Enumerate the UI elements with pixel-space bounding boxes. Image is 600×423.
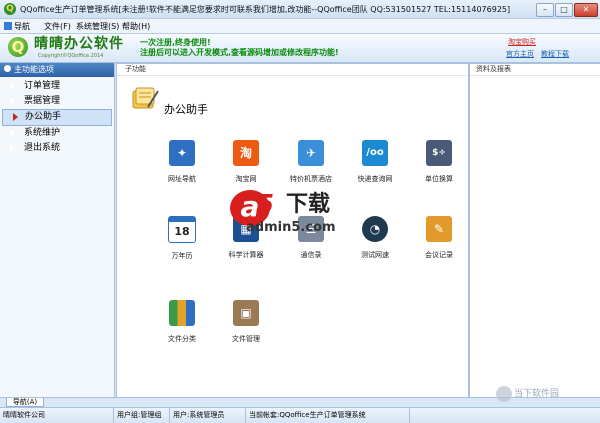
tab-navigation[interactable]: 导航(A) [6, 398, 44, 407]
right-panel-header: 资料及报表 [470, 64, 600, 76]
homepage-link[interactable]: 官方主页 [506, 49, 534, 59]
sidebar: 主功能选项 订单管理 票据管理 办公助手 系统维护 退出系统 [0, 63, 115, 397]
taobao-icon: 淘 [233, 140, 259, 166]
arrow-right-icon [9, 81, 15, 91]
status-user: 用户:系统管理员 [170, 408, 246, 423]
watermark-logo: a 5 下载 admin5.com [230, 188, 380, 240]
arrow-right-icon [9, 128, 15, 138]
tutorial-download-link[interactable]: 教程下载 [541, 49, 569, 59]
taobao-buy-link[interactable]: 淘宝购买 [508, 37, 536, 47]
status-current-account: 当前帐套:QQoffice生产订单管理系统 [246, 408, 410, 423]
tile-label: 测试网速 [361, 251, 389, 259]
sidebar-item-orders[interactable]: 订单管理 [0, 79, 114, 94]
sidebar-item-invoices[interactable]: 票据管理 [0, 94, 114, 109]
sidebar-item-system-maintenance[interactable]: 系统维护 [0, 126, 114, 141]
close-button[interactable]: ✕ [574, 3, 598, 17]
sidebar-item-label: 订单管理 [24, 81, 61, 91]
menu-nav-label: 导航 [14, 22, 30, 31]
content-header: 子功能 [117, 64, 468, 76]
menu-bar: 导航 文件(F) 系统管理(S) 帮助(H) [0, 19, 600, 34]
tile-label: 会议记录 [425, 251, 453, 259]
tile-label: 单位换算 [425, 175, 453, 183]
sidebar-item-exit[interactable]: 退出系统 [0, 141, 114, 156]
watermark-text: 下载 [286, 192, 331, 217]
sidebar-item-label: 办公助手 [25, 112, 62, 122]
tile-label: 万年历 [171, 252, 193, 260]
status-company: 晴晴软件公司 [0, 408, 114, 423]
promo-line-2: 注册后可以进入开发模式,查看源码增加或修改程序功能! [140, 48, 339, 57]
corner-watermark-icon [496, 386, 512, 402]
tile-label: 特价机票酒店 [290, 175, 332, 183]
tile-file-management[interactable]: ▣ 文件管理 [216, 300, 276, 356]
meeting-notes-icon: ✎ [426, 216, 452, 242]
app-window: Q QQoffice生产订单管理系统[未注册!软件不能满足您要求时可联系我们增加… [0, 0, 600, 423]
compass-icon: ✦ [169, 140, 195, 166]
title-bar: Q QQoffice生产订单管理系统[未注册!软件不能满足您要求时可联系我们增加… [0, 0, 600, 19]
calendar-icon: 18 [168, 216, 196, 243]
tile-label: 文件分类 [168, 335, 196, 343]
plane-ticket-icon: ✈ [298, 140, 324, 166]
corner-watermark-text: 当下软件园 [514, 389, 560, 399]
window-title: QQoffice生产订单管理系统[未注册!软件不能满足您要求时可联系我们增加,改… [20, 5, 511, 14]
logo-copyright: Copyright©QQoffice.2014 [38, 53, 104, 59]
box-icon: ▣ [233, 300, 259, 326]
right-panel: 资料及报表 [469, 63, 600, 399]
arrow-right-icon [12, 112, 18, 122]
nav-icon [4, 22, 12, 30]
tile-calendar[interactable]: 18 万年历 [152, 216, 212, 272]
books-icon [169, 300, 195, 326]
logo-name: 晴晴办公软件 [34, 36, 124, 52]
tile-unit-conversion[interactable]: $÷ 单位换算 [409, 140, 469, 196]
sidebar-header: 主功能选项 [0, 63, 114, 77]
menu-nav[interactable]: 导航 [4, 21, 30, 32]
tile-label: 通信录 [300, 251, 322, 259]
app-logo-icon: Q [4, 3, 16, 15]
notepad-pencil-icon [132, 87, 159, 109]
sidebar-item-label: 退出系统 [24, 143, 61, 153]
tile-file-categories[interactable]: 文件分类 [152, 300, 212, 356]
tile-label: 文件管理 [232, 335, 260, 343]
promo-line-1: 一次注册,终身使用! [140, 38, 211, 47]
status-user-group: 用户组:管理组 [114, 408, 170, 423]
header-bullet-icon [4, 65, 11, 72]
section-title: 办公助手 [164, 103, 208, 116]
maximize-button[interactable]: □ [555, 3, 573, 17]
sidebar-item-label: 系统维护 [24, 128, 61, 138]
tile-label: 科学计算器 [228, 251, 264, 259]
menu-file[interactable]: 文件(F) [44, 21, 71, 32]
sidebar-list: 订单管理 票据管理 办公助手 系统维护 退出系统 [0, 79, 114, 156]
watermark-five: 5 [256, 190, 275, 220]
sidebar-item-office-assistant[interactable]: 办公助手 [2, 109, 112, 126]
tile-meeting-notes[interactable]: ✎ 会议记录 [409, 216, 469, 272]
tile-label: 快递查询网 [357, 175, 393, 183]
arrow-right-icon [9, 96, 15, 106]
banner: Q 晴晴办公软件 Copyright©QQoffice.2014 一次注册,终身… [0, 34, 600, 63]
tile-label: 淘宝网 [235, 175, 257, 183]
arrow-right-icon [9, 143, 15, 153]
status-bar: 晴晴软件公司 用户组:管理组 用户:系统管理员 当前帐套:QQoffice生产订… [0, 407, 600, 423]
minimize-button[interactable]: – [536, 3, 554, 17]
calculator-icon: $÷ [426, 140, 452, 166]
sidebar-header-label: 主功能选项 [14, 65, 54, 74]
menu-help[interactable]: 帮助(H) [122, 21, 150, 32]
tile-label: 网址导航 [168, 175, 196, 183]
express-icon: /oo [362, 140, 388, 166]
watermark-url: admin5.com [246, 220, 336, 235]
tile-web-nav[interactable]: ✦ 网址导航 [152, 140, 212, 196]
sidebar-item-label: 票据管理 [24, 96, 61, 106]
menu-system[interactable]: 系统管理(S) [76, 21, 119, 32]
logo-q-icon: Q [8, 37, 28, 57]
